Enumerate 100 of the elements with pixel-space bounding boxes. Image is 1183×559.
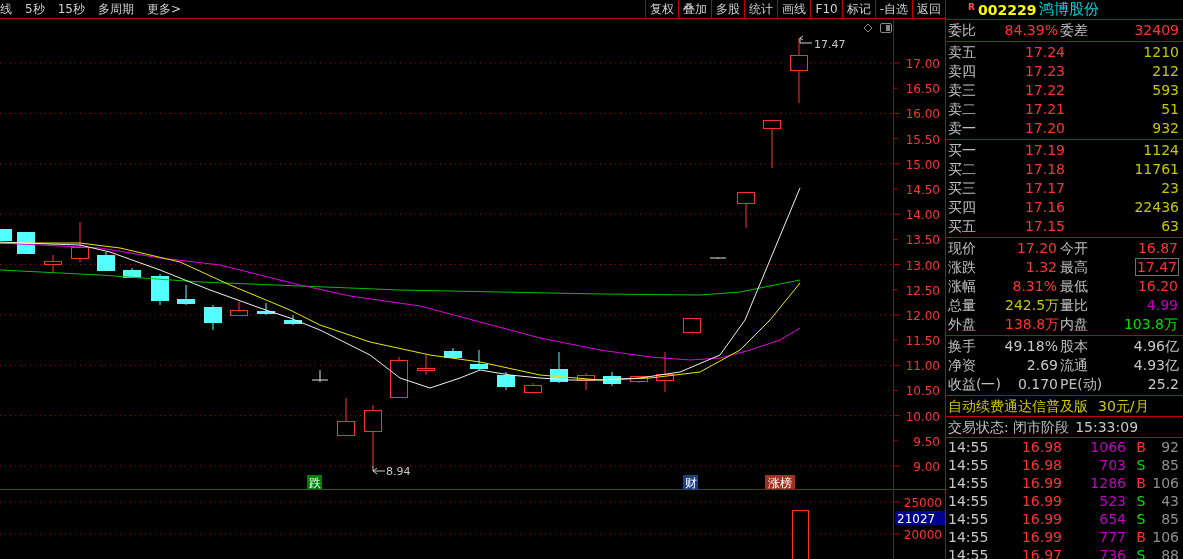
ask-volume: 1210 (1142, 43, 1179, 62)
period-tab[interactable]: 15秒 (57, 0, 85, 18)
field-label: PE(动) (1060, 375, 1104, 394)
period-tab[interactable]: 5秒 (25, 0, 45, 18)
trade-price: 16.99 (1020, 492, 1062, 510)
trade-price: 16.98 (1020, 438, 1062, 456)
bid-label: 买三 (948, 179, 977, 198)
field-label: 委比 (948, 21, 977, 40)
candlestick (0, 228, 12, 241)
field-value: 138.8万 (1004, 316, 1061, 332)
trade-price: 16.99 (1020, 510, 1062, 528)
candlestick (790, 37, 808, 104)
stock-code: 002229 (977, 1, 1037, 18)
field-label: 内盘 (1060, 315, 1089, 334)
field-label: 流通 (1060, 356, 1089, 375)
period-tab[interactable]: 更多> (146, 0, 181, 18)
candlestick (763, 119, 781, 169)
bid-label: 买一 (948, 141, 977, 160)
candlestick (577, 372, 595, 391)
marker-label: 财 (684, 476, 697, 490)
bid-label: 买五 (948, 217, 977, 236)
field-value: 84.39% (1004, 21, 1059, 40)
candlestick (257, 302, 275, 316)
promo-link[interactable]: 自动续费通达信普及版 (948, 396, 1088, 416)
trade-volume: 654 (1098, 510, 1126, 528)
trade-time: 14:55 (948, 528, 990, 546)
trade-count: 92 (1160, 438, 1179, 456)
status-time: 15:33:09 (1075, 418, 1139, 437)
trade-time: 14:55 (948, 492, 990, 510)
period-tab[interactable]: 多周期 (97, 0, 134, 18)
trade-time: 14:55 (948, 474, 990, 492)
price-axis-label: 9.00 (913, 460, 940, 475)
bid-volume: 22436 (1133, 198, 1179, 217)
trade-count: 106 (1151, 528, 1179, 546)
diamond-icon[interactable] (863, 23, 873, 33)
trade-side: S (1135, 492, 1147, 510)
price-axis-label: 10.00 (905, 409, 940, 424)
trade-time: 14:55 (948, 438, 990, 456)
trade-side: B (1135, 474, 1147, 492)
candlestick (151, 273, 169, 306)
ask-price: 17.22 (1023, 81, 1065, 100)
period-tab[interactable]: 线 (0, 0, 12, 18)
field-label: 总量 (948, 296, 977, 315)
ask-price: 17.23 (1023, 62, 1065, 81)
candlestick (444, 347, 462, 359)
field-label: 最低 (1060, 277, 1089, 296)
candlestick (390, 356, 408, 399)
trade-price: 16.99 (1020, 474, 1062, 492)
field-value: 49.18% (1004, 337, 1059, 356)
trade-time: 14:55 (948, 510, 990, 528)
trade-count: 106 (1151, 474, 1179, 492)
candlestick (177, 284, 195, 306)
ask-label: 卖二 (948, 100, 977, 119)
candlestick (550, 351, 568, 384)
marker-label: 跌 (308, 476, 321, 490)
field-label: 股本 (1060, 337, 1089, 356)
candlestick (71, 221, 89, 263)
panel-toggle-icon[interactable] (880, 23, 892, 33)
price-axis-label: 17.00 (905, 57, 940, 71)
field-label: 今开 (1060, 239, 1089, 258)
price-axis-label: 10.50 (905, 384, 940, 399)
bid-price: 17.15 (1023, 217, 1065, 236)
trade-volume: 1286 (1089, 474, 1126, 492)
low-pointer-icon (372, 465, 386, 475)
current-volume-tag: 21027 (895, 511, 945, 526)
field-value: 32409 (1133, 21, 1179, 40)
candlestick (337, 397, 355, 436)
field-label: 最高 (1060, 258, 1089, 277)
low-price-label: 8.94 (386, 465, 411, 478)
price-axis-label: 15.50 (905, 132, 940, 147)
field-label: 委差 (1060, 21, 1089, 40)
price-axis-label: 14.50 (905, 182, 940, 197)
trade-volume: 1066 (1089, 438, 1126, 456)
bid-price: 17.18 (1023, 160, 1065, 179)
candlestick (656, 351, 674, 393)
promo-price[interactable]: 30元/月 (1098, 396, 1149, 416)
price-axis-label: 14.00 (905, 208, 940, 223)
candlestick (630, 375, 648, 384)
volume-axis-label: 25000 (903, 496, 942, 510)
field-label: 外盘 (948, 315, 977, 334)
trade-time: 14:55 (948, 456, 990, 474)
candlestick (737, 191, 755, 229)
price-axis-label: 11.50 (905, 334, 940, 349)
candlestick (709, 257, 727, 260)
field-value: 4.96亿 (1132, 337, 1179, 356)
price-axis-label: 13.00 (905, 258, 940, 273)
candlestick (204, 304, 222, 331)
marker-label: 涨榜 (768, 476, 792, 490)
ask-label: 卖三 (948, 81, 977, 100)
bid-volume: 63 (1160, 217, 1179, 236)
bid-volume: 23 (1160, 179, 1179, 198)
field-label: 换手 (948, 337, 977, 356)
field-label: 涨幅 (948, 277, 977, 296)
field-value: 4.99 (1145, 297, 1179, 313)
trade-side: S (1135, 510, 1147, 528)
bid-price: 17.19 (1023, 141, 1065, 160)
trade-side: S (1135, 456, 1147, 474)
candlestick (603, 371, 621, 387)
field-value: 2.69 (1025, 356, 1059, 375)
trade-side: B (1135, 438, 1147, 456)
